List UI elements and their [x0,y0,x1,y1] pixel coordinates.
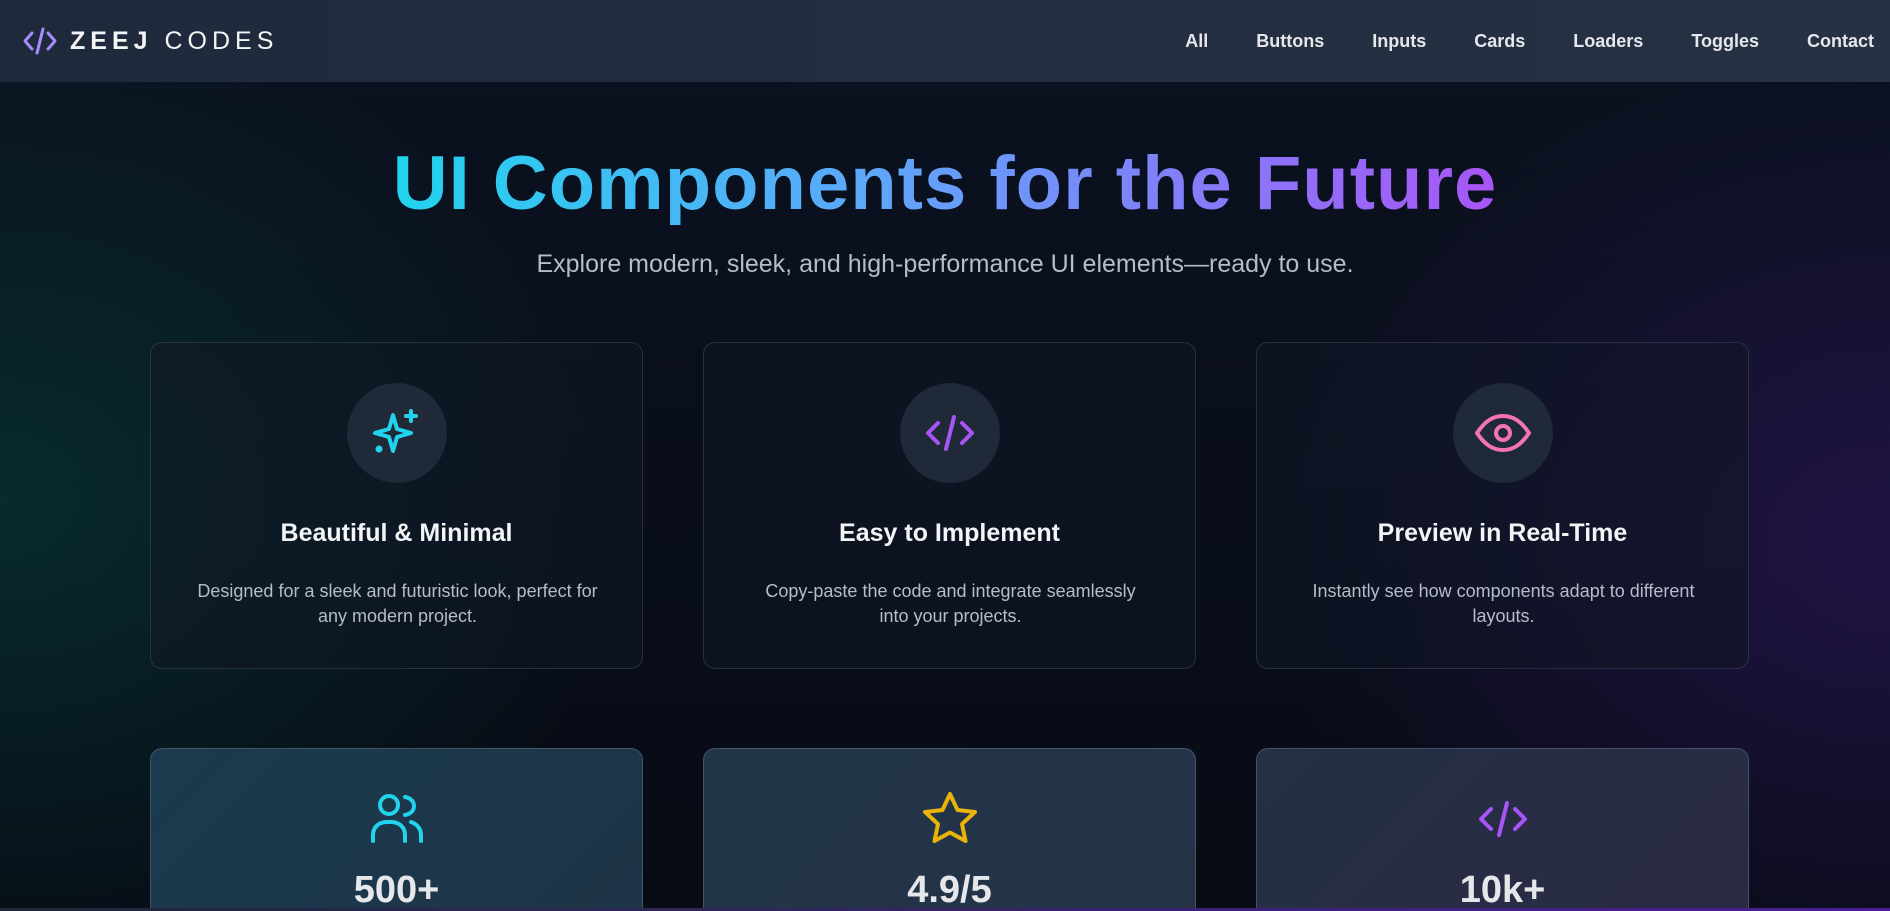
feature-title: Preview in Real-Time [1377,519,1628,547]
main-nav: All Buttons Inputs Cards Loaders Toggles… [1161,31,1874,52]
feature-card-preview: Preview in Real-Time Instantly see how c… [1256,342,1749,669]
feature-icon-circle [900,383,1000,483]
stat-card-code: 10k+ [1256,748,1749,911]
nav-item-toggles[interactable]: Toggles [1667,31,1783,52]
stat-value: 10k+ [1459,869,1546,911]
stat-card-users: 500+ [150,748,643,911]
stat-value: 500+ [353,869,440,911]
nav-item-cards[interactable]: Cards [1450,31,1549,52]
stat-value: 4.9/5 [907,869,992,911]
feature-description: Designed for a sleek and futuristic look… [197,581,598,626]
brand-name-light: CODES [164,26,279,55]
stat-card-rating: 4.9/5 [703,748,1196,911]
navbar: ZEEJ CODES All Buttons Inputs Cards Load… [0,0,1890,82]
feature-description: Copy-paste the code and integrate seamle… [765,581,1136,626]
feature-icon-circle [1453,383,1553,483]
sparkles-icon [373,409,418,453]
feature-title: Easy to Implement [839,519,1060,547]
eye-icon [1475,414,1531,452]
nav-item-loaders[interactable]: Loaders [1549,31,1667,52]
feature-card-beautiful: Beautiful & Minimal Designed for a sleek… [150,342,643,669]
hero-subtitle: Explore modern, sleek, and high-performa… [536,250,1354,278]
nav-item-buttons[interactable]: Buttons [1232,31,1348,52]
feature-title: Beautiful & Minimal [280,519,513,547]
nav-item-contact[interactable]: Contact [1783,31,1874,52]
feature-card-easy: Easy to Implement Copy-paste the code an… [703,342,1196,669]
code-icon [926,415,974,451]
brand-name: ZEEJ CODES [70,27,278,56]
code-icon [23,27,57,55]
nav-item-all[interactable]: All [1161,31,1232,52]
feature-description: Instantly see how components adapt to di… [1312,581,1695,626]
star-icon [923,792,977,843]
users-icon [371,794,423,843]
brand-logo[interactable]: ZEEJ CODES [22,25,278,57]
brand-name-bold: ZEEJ [70,26,153,55]
feature-icon-circle [347,383,447,483]
nav-item-inputs[interactable]: Inputs [1348,31,1450,52]
code-icon [1479,801,1527,837]
hero-title: UI Components for the Future [392,141,1498,226]
hero-section: UI Components for the Future Explore mod… [0,82,1890,911]
